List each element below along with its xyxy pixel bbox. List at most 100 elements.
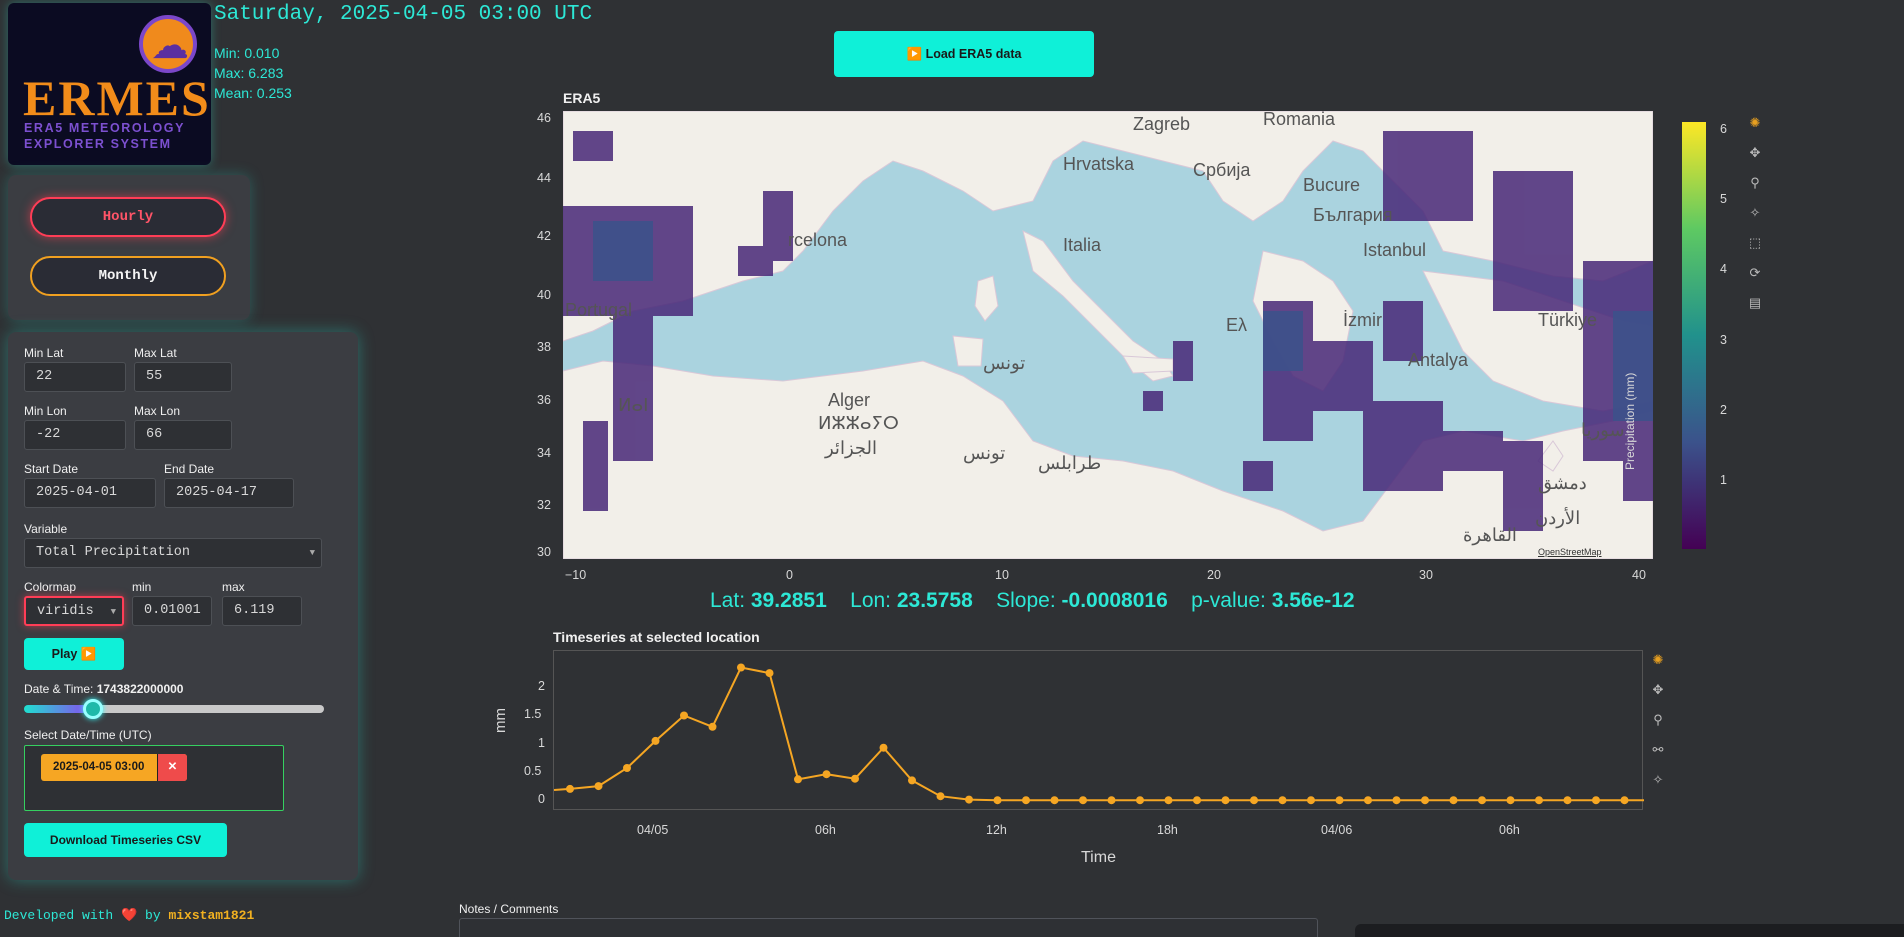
- colormap-label: Colormap: [24, 580, 77, 594]
- timeseries-ytick: 1.5: [524, 707, 542, 722]
- end-date-input[interactable]: 2025-04-17: [164, 478, 294, 508]
- start-date-input[interactable]: 2025-04-01: [24, 478, 156, 508]
- pan-icon[interactable]: ✥: [1647, 675, 1669, 705]
- timeseries-chart[interactable]: [553, 650, 1686, 810]
- wheel-zoom-icon[interactable]: ⚲: [1744, 168, 1766, 198]
- place-label: Србија: [1193, 160, 1251, 180]
- y-tick: 42: [537, 229, 551, 243]
- author-link[interactable]: mixstam1821: [168, 908, 254, 923]
- max-lon-input[interactable]: 66: [134, 420, 232, 450]
- timeseries-plot: [553, 663, 1686, 805]
- play-button[interactable]: Play ▶️: [24, 638, 124, 670]
- y-tick: 44: [537, 171, 551, 185]
- place-label: ⵍⵣⵣⴰⵢⵔ: [818, 413, 899, 433]
- datetime-multiselect[interactable]: 2025-04-05 03:00 ✕: [24, 745, 284, 811]
- timeseries-point: [1221, 796, 1230, 805]
- place-label: تونس: [963, 443, 1005, 464]
- x-tick: 40: [1632, 568, 1646, 582]
- tap-icon[interactable]: ✧: [1647, 765, 1669, 795]
- hourly-mode-button[interactable]: Hourly: [30, 197, 226, 237]
- map-toolbar: ✺ ✥ ⚲ ✧ ⬚ ⟳ ▤: [1744, 108, 1766, 318]
- place-label: Ελ: [1226, 315, 1247, 335]
- x-tick: 0: [786, 568, 793, 582]
- wheel-zoom-icon[interactable]: ⚯: [1647, 735, 1669, 765]
- box-zoom-icon[interactable]: ⚲: [1647, 705, 1669, 735]
- timeseries-point: [1506, 796, 1515, 805]
- timeseries-ytick: 0.5: [524, 763, 542, 778]
- place-label: سوريا: [1581, 420, 1625, 441]
- timeseries-point: [594, 782, 603, 791]
- place-label: Italia: [1063, 235, 1102, 255]
- bokeh-logo-icon[interactable]: ✺: [1647, 645, 1669, 675]
- datetime-slider[interactable]: [24, 699, 324, 719]
- timeseries-point: [1449, 796, 1458, 805]
- timeseries-point: [765, 669, 774, 678]
- place-label: Bucure: [1303, 175, 1360, 195]
- place-label: الأردن: [1535, 506, 1580, 529]
- timeseries-point: [1364, 796, 1372, 805]
- x-tick: −10: [565, 568, 587, 582]
- timeseries-point: [1022, 796, 1030, 805]
- place-label: تونس: [983, 353, 1025, 374]
- place-label: İzmir: [1343, 310, 1382, 330]
- timeseries-point: [879, 743, 888, 752]
- min-value-input[interactable]: 0.01001: [132, 596, 212, 626]
- slider-handle[interactable]: [83, 699, 103, 719]
- timeseries-point: [566, 784, 574, 793]
- timeseries-xtick: 04/06: [1321, 823, 1353, 837]
- download-csv-button[interactable]: Download Timeseries CSV: [24, 823, 227, 857]
- timeseries-point: [1079, 796, 1087, 805]
- timeseries-point: [1050, 796, 1059, 805]
- y-tick: 46: [537, 111, 551, 125]
- min-lat-label: Min Lat: [24, 346, 64, 360]
- timeseries-point: [708, 722, 717, 731]
- chevron-down-icon: ▼: [110, 607, 116, 617]
- place-label: Alger: [828, 390, 870, 410]
- monthly-mode-button[interactable]: Monthly: [30, 256, 226, 296]
- max-value-input[interactable]: 6.119: [222, 596, 302, 626]
- y-tick: 38: [537, 340, 551, 354]
- min-lon-input[interactable]: -22: [24, 420, 126, 450]
- hover-icon[interactable]: ▤: [1744, 288, 1766, 318]
- timeseries-point: [993, 796, 1002, 805]
- colormap-select[interactable]: viridis ▼: [24, 596, 124, 626]
- timeseries-point: [623, 764, 631, 772]
- timeseries-xtick: 12h: [986, 823, 1007, 837]
- place-label: Istanbul: [1363, 240, 1426, 260]
- x-tick: 30: [1419, 568, 1433, 582]
- bokeh-logo-icon[interactable]: ✺: [1744, 108, 1766, 138]
- stat-max: Max: 6.283: [214, 65, 284, 81]
- box-zoom-icon[interactable]: ⬚: [1744, 228, 1766, 258]
- variable-select[interactable]: Total Precipitation ▼: [24, 538, 322, 568]
- reset-icon[interactable]: ⟳: [1744, 258, 1766, 288]
- timeseries-point: [1193, 796, 1201, 805]
- colorbar-tick: 3: [1720, 333, 1727, 347]
- tap-icon[interactable]: ✧: [1744, 198, 1766, 228]
- osm-attribution[interactable]: OpenStreetMap: [1538, 547, 1602, 557]
- timeseries-point: [680, 711, 688, 720]
- timeseries-point: [1563, 796, 1572, 805]
- y-tick: 30: [537, 545, 551, 559]
- timeseries-xtick: 06h: [815, 823, 836, 837]
- load-era5-button[interactable]: ▶️ Load ERA5 data: [834, 31, 1094, 77]
- y-tick: 34: [537, 446, 551, 460]
- precipitation-map[interactable]: Zagreb Romania Hrvatska Србија Bucure Бъ…: [563, 111, 1653, 559]
- timeseries-point: [1421, 796, 1429, 805]
- pan-icon[interactable]: ✥: [1744, 138, 1766, 168]
- place-label: القاهرة: [1463, 525, 1517, 546]
- timeseries-ytick: 0: [538, 792, 545, 807]
- timeseries-ytick: 1: [538, 735, 545, 750]
- max-lat-input[interactable]: 55: [134, 362, 232, 392]
- notes-textarea[interactable]: [459, 918, 1318, 937]
- y-tick: 36: [537, 393, 551, 407]
- ermes-logo: ☁ ERMES ERA5 METEOROLOGY EXPLORER SYSTEM: [8, 3, 211, 165]
- min-lat-input[interactable]: 22: [24, 362, 126, 392]
- slope-value: -0.0008016: [1061, 589, 1168, 612]
- stats-summary: Min: 0.010 Max: 6.283 Mean: 0.253: [214, 43, 292, 103]
- place-label: Zagreb: [1133, 114, 1190, 134]
- logo-subtitle: ERA5 METEOROLOGY EXPLORER SYSTEM: [24, 121, 186, 151]
- x-tick: 10: [995, 568, 1009, 582]
- notes-label: Notes / Comments: [459, 902, 559, 916]
- end-date-label: End Date: [164, 462, 215, 476]
- remove-chip-icon[interactable]: ✕: [157, 754, 187, 781]
